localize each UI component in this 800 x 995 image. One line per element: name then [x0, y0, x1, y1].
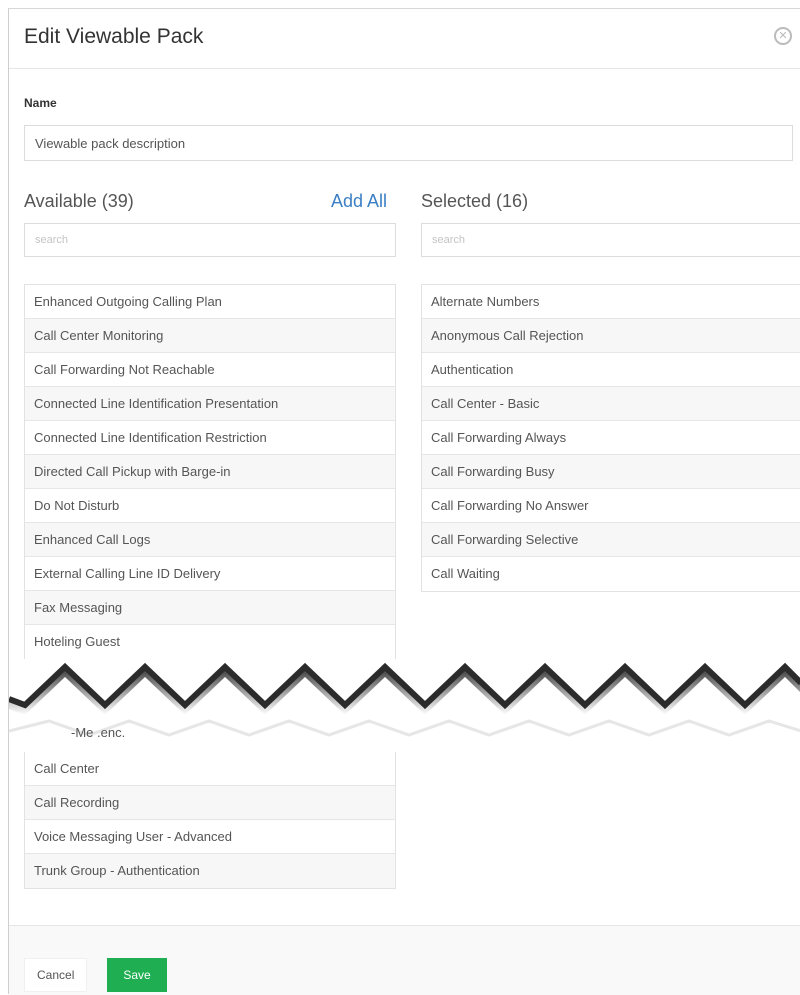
close-circle-icon[interactable]: ✕ — [774, 27, 792, 45]
name-input[interactable] — [24, 125, 793, 161]
selected-item[interactable]: Call Forwarding Always — [422, 421, 800, 455]
add-all-link[interactable]: Add All — [331, 191, 387, 212]
available-item[interactable]: Connected Line Identification Presentati… — [25, 387, 395, 421]
dialog-footer: Cancel Save — [9, 925, 800, 995]
available-list: Enhanced Outgoing Calling Plan Call Cent… — [24, 284, 396, 660]
available-item[interactable]: Directed Call Pickup with Barge-in — [25, 455, 395, 489]
selected-item[interactable]: Call Forwarding Selective — [422, 523, 800, 557]
cancel-button[interactable]: Cancel — [24, 958, 88, 992]
available-item[interactable]: Do Not Disturb — [25, 489, 395, 523]
selected-item[interactable]: Call Forwarding Busy — [422, 455, 800, 489]
available-title: Available (39) — [24, 191, 134, 211]
selected-item[interactable]: Call Center - Basic — [422, 387, 800, 421]
name-label: Name — [24, 96, 57, 110]
available-item[interactable]: Call Center Monitoring — [25, 319, 395, 353]
available-item[interactable]: Call Forwarding Not Reachable — [25, 353, 395, 387]
available-item[interactable]: Fax Messaging — [25, 591, 395, 625]
available-item[interactable]: Enhanced Call Logs — [25, 523, 395, 557]
available-item[interactable]: Hoteling Guest — [25, 625, 395, 659]
available-item[interactable]: External Calling Line ID Delivery — [25, 557, 395, 591]
selected-item[interactable]: Authentication — [422, 353, 800, 387]
available-item[interactable]: Voice Messaging User - Advanced — [25, 820, 395, 854]
selected-item[interactable]: Anonymous Call Rejection — [422, 319, 800, 353]
selected-item[interactable]: Call Waiting — [422, 557, 800, 591]
selected-title: Selected (16) — [421, 191, 529, 211]
save-button[interactable]: Save — [107, 958, 167, 992]
available-item[interactable]: Call Center — [25, 752, 395, 786]
available-item[interactable]: Call Recording — [25, 786, 395, 820]
selected-item[interactable]: Call Forwarding No Answer — [422, 489, 800, 523]
torn-edge-divider — [9, 659, 800, 739]
partial-list-item: -Me .enc. — [71, 725, 126, 740]
selected-search-input[interactable] — [421, 223, 800, 257]
available-item[interactable]: Enhanced Outgoing Calling Plan — [25, 285, 395, 319]
available-search-input[interactable] — [24, 223, 396, 257]
available-item[interactable]: Connected Line Identification Restrictio… — [25, 421, 395, 455]
dialog-header: Edit Viewable Pack ✕ — [9, 9, 800, 69]
selected-list: Alternate Numbers Anonymous Call Rejecti… — [421, 284, 800, 592]
selected-item[interactable]: Alternate Numbers — [422, 285, 800, 319]
available-list-continued: Call Center Call Recording Voice Messagi… — [24, 752, 396, 889]
dialog-title: Edit Viewable Pack — [24, 25, 204, 48]
edit-viewable-pack-dialog: Edit Viewable Pack ✕ Name Available (39)… — [8, 8, 800, 995]
available-item[interactable]: Trunk Group - Authentication — [25, 854, 395, 888]
